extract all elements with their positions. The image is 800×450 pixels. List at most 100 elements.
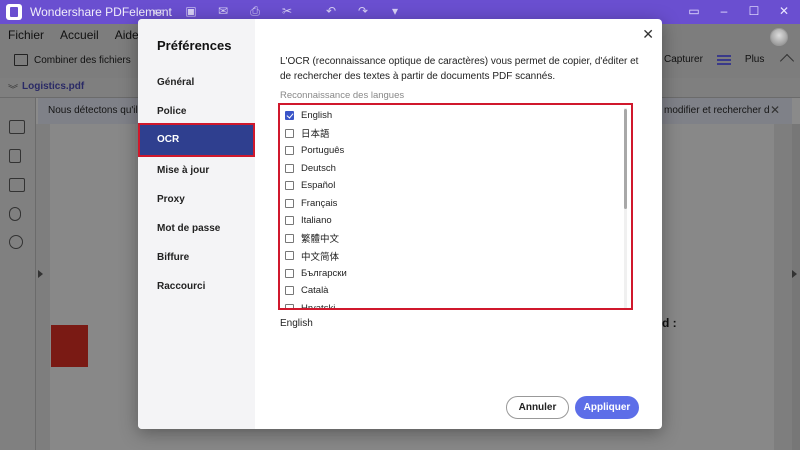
language-list: English 日本語 Português Deutsch Español Françai… xyxy=(280,107,628,310)
language-option[interactable]: Български xyxy=(280,265,628,283)
mail-icon[interactable]: ✉ xyxy=(216,4,230,18)
language-label: 中文简体 xyxy=(301,251,340,263)
window-controls: ▭ – ☐ ✕ xyxy=(686,3,792,19)
bookmark-icon[interactable] xyxy=(9,149,21,163)
language-checkbox[interactable] xyxy=(285,233,294,243)
nav-police[interactable]: Police xyxy=(157,106,186,117)
chevron-down-icon[interactable]: ︾ xyxy=(8,81,18,96)
language-option[interactable]: Deutsch xyxy=(280,160,628,178)
language-option[interactable]: 繁體中文 xyxy=(280,230,628,248)
left-tool-panel xyxy=(0,98,36,450)
language-checkbox[interactable] xyxy=(285,216,294,226)
expand-right-panel-icon[interactable] xyxy=(792,270,797,278)
language-list-box[interactable]: English 日本語 Português Deutsch Español Françai… xyxy=(278,103,633,310)
language-option[interactable]: Español xyxy=(280,177,628,195)
language-checkbox[interactable] xyxy=(285,268,294,278)
language-label: Italiano xyxy=(301,215,332,227)
apply-button[interactable]: Appliquer xyxy=(575,396,639,419)
language-checkbox[interactable] xyxy=(285,128,294,138)
language-option[interactable]: Português xyxy=(280,142,628,160)
language-checkbox[interactable] xyxy=(285,111,294,121)
language-label: Português xyxy=(301,145,345,157)
right-toolbar: Capturer Plus xyxy=(664,54,764,65)
language-option[interactable]: Français xyxy=(280,195,628,213)
dialog-title: Préférences xyxy=(157,38,232,53)
language-option[interactable]: English xyxy=(280,107,628,125)
restore-icon[interactable]: ▭ xyxy=(686,3,702,19)
nav-mise-a-jour[interactable]: Mise à jour xyxy=(157,165,209,176)
main-menu: Fichier Accueil Aide xyxy=(8,28,139,42)
cancel-button[interactable]: Annuler xyxy=(506,396,569,419)
notification-text-right: modifier et rechercher d xyxy=(664,105,770,116)
app-logo-icon xyxy=(6,4,22,20)
language-label: Hrvatski xyxy=(301,302,336,310)
scissors-icon[interactable]: ✂ xyxy=(280,4,294,18)
combine-label: Combiner des fichiers xyxy=(34,54,131,66)
language-label: Català xyxy=(301,285,329,297)
document-tab[interactable]: Logistics.pdf xyxy=(22,81,84,92)
dropdown-icon[interactable]: ▾ xyxy=(388,4,402,18)
language-checkbox[interactable] xyxy=(285,251,294,261)
language-label: Español xyxy=(301,180,336,192)
ocr-description: L'OCR (reconnaissance optique de caractè… xyxy=(280,56,639,82)
search-icon[interactable] xyxy=(9,235,23,249)
language-checkbox[interactable] xyxy=(285,303,294,308)
nav-biffure[interactable]: Biffure xyxy=(157,252,189,263)
language-label: English xyxy=(301,110,333,122)
folder-icon[interactable]: ▭ xyxy=(152,4,166,18)
preferences-dialog: Préférences Général Police OCR Mise à jo… xyxy=(138,19,662,429)
thumbnails-icon[interactable] xyxy=(9,120,25,134)
right-panel-edge xyxy=(792,124,800,450)
language-label: 日本語 xyxy=(301,129,330,141)
language-option[interactable]: Italiano xyxy=(280,212,628,230)
menu-fichier[interactable]: Fichier xyxy=(8,28,44,42)
comment-icon[interactable] xyxy=(9,178,25,192)
language-checkbox[interactable] xyxy=(285,181,294,191)
language-option[interactable]: 日本語 xyxy=(280,125,628,143)
maximize-icon[interactable]: ☐ xyxy=(746,3,762,19)
quick-access-toolbar: ▭ ▣ ✉ ⎙ ✂ ↶ ↷ ▾ xyxy=(152,4,402,18)
language-checkbox[interactable] xyxy=(285,198,294,208)
language-label: Deutsch xyxy=(301,162,336,174)
close-window-icon[interactable]: ✕ xyxy=(776,3,792,19)
language-section-label: Reconnaissance des langues xyxy=(280,90,405,101)
more-button[interactable]: Plus xyxy=(745,54,764,65)
expand-left-panel-icon[interactable] xyxy=(38,270,43,278)
combine-icon xyxy=(14,54,28,66)
document-text: d : xyxy=(662,316,677,330)
nav-general[interactable]: Général xyxy=(157,77,194,88)
more-menu-icon[interactable] xyxy=(716,54,731,65)
avatar[interactable] xyxy=(770,28,788,46)
scrollbar-thumb[interactable] xyxy=(624,109,627,209)
menu-aide[interactable]: Aide xyxy=(115,28,139,42)
attachment-icon[interactable] xyxy=(9,207,21,221)
document-image xyxy=(51,325,88,367)
capture-button[interactable]: Capturer xyxy=(664,54,703,65)
preferences-nav: Préférences Général Police OCR Mise à jo… xyxy=(138,19,255,429)
language-checkbox[interactable] xyxy=(285,286,294,296)
menu-accueil[interactable]: Accueil xyxy=(60,28,99,42)
language-label: Български xyxy=(301,267,347,279)
language-label: 繁體中文 xyxy=(301,234,340,246)
nav-proxy[interactable]: Proxy xyxy=(157,194,185,205)
language-option[interactable]: Català xyxy=(280,282,628,300)
language-option[interactable]: 中文简体 xyxy=(280,247,628,265)
undo-icon[interactable]: ↶ xyxy=(324,4,338,18)
nav-ocr[interactable]: OCR xyxy=(138,123,255,157)
language-option[interactable]: Hrvatski xyxy=(280,300,628,310)
minimize-icon[interactable]: – xyxy=(716,3,732,19)
nav-raccourci[interactable]: Raccourci xyxy=(157,281,205,292)
save-icon[interactable]: ▣ xyxy=(184,4,198,18)
close-notification-icon[interactable]: ✕ xyxy=(770,103,780,117)
ocr-settings-panel: L'OCR (reconnaissance optique de caractè… xyxy=(255,19,662,429)
nav-mot-de-passe[interactable]: Mot de passe xyxy=(157,223,220,234)
language-checkbox[interactable] xyxy=(285,163,294,173)
collapse-ribbon-icon[interactable] xyxy=(779,53,795,69)
redo-icon[interactable]: ↷ xyxy=(356,4,370,18)
print-icon[interactable]: ⎙ xyxy=(248,4,262,18)
combine-files-button[interactable]: Combiner des fichiers xyxy=(14,54,131,66)
language-checkbox[interactable] xyxy=(285,146,294,156)
selected-languages: English xyxy=(280,318,313,329)
app-title: Wondershare PDFelement xyxy=(30,5,172,19)
language-label: Français xyxy=(301,197,338,209)
